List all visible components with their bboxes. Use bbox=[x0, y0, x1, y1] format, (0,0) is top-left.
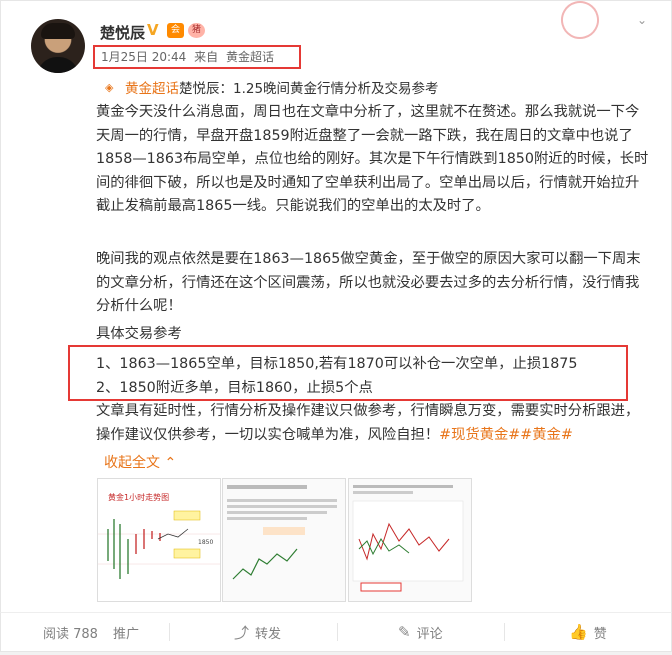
thumb3-screenshot bbox=[349, 479, 471, 601]
thumb1-label: 1850 bbox=[198, 539, 213, 546]
topic-icon: ◈ bbox=[105, 81, 114, 94]
thumb2-screenshot bbox=[223, 479, 345, 601]
post-paragraph-1: 黄金今天没什么消息面，周日也在文章中分析了，这里就不在赘述。那么我就说一下今天周… bbox=[96, 104, 649, 214]
thumb-up-icon: 👍 bbox=[569, 623, 588, 641]
hashtag-link[interactable]: #现货黄金##黄金# bbox=[439, 427, 573, 443]
image-thumbnail-3[interactable] bbox=[348, 478, 472, 602]
comment-button[interactable]: ✎ 评论 bbox=[398, 623, 443, 642]
share-button[interactable]: ⤴ 转发 bbox=[234, 622, 281, 643]
trade-line-1: 1、1863—1865空单，目标1850,若有1870可以补仓一次空单，止损18… bbox=[96, 356, 578, 372]
collapse-button[interactable]: 收起全文 ⌃ bbox=[104, 452, 176, 472]
chevron-down-icon[interactable]: ⌄ bbox=[637, 13, 651, 27]
chevron-up-icon: ⌃ bbox=[164, 455, 177, 471]
like-label: 赞 bbox=[593, 626, 607, 642]
thumb1-chart: 黄金1小时走势图 1850 bbox=[98, 479, 220, 601]
thumb1-title: 黄金1小时走势图 bbox=[108, 492, 169, 502]
topic-title: ◈ 黄金超话 楚悦辰：1.25晚间黄金行情分析及交易参考 bbox=[105, 77, 439, 97]
username[interactable]: 楚悦辰 bbox=[100, 22, 145, 43]
zodiac-pig-icon[interactable]: 猪 bbox=[188, 22, 205, 38]
post-card: 楚悦辰 V 会 猪 ⌄ 1月25日 20:44 来自 黄金超话 ◈ 黄金超话 楚… bbox=[0, 0, 672, 614]
verified-icon[interactable]: V bbox=[147, 22, 163, 38]
post-paragraph-4: 文章具有延时性，行情分析及操作建议只做参考，行情瞬息万变，需要实时分析跟进，操作… bbox=[96, 400, 651, 447]
post-from: 来自 bbox=[194, 50, 219, 64]
like-button[interactable]: 👍 赞 bbox=[569, 623, 607, 642]
image-thumbnail-2[interactable] bbox=[222, 478, 346, 602]
action-bar: 阅读 788 推广 ⤴ 转发 ✎ 评论 👍 赞 bbox=[0, 612, 672, 652]
promote-button[interactable]: 推广 bbox=[113, 623, 139, 642]
post-paragraph-3: 具体交易参考 bbox=[96, 326, 182, 342]
post-date[interactable]: 1月25日 20:44 bbox=[101, 50, 186, 64]
image-thumbnail-1[interactable]: 黄金1小时走势图 1850 bbox=[97, 478, 221, 602]
share-label: 转发 bbox=[255, 626, 282, 642]
share-icon: ⤴ bbox=[234, 623, 250, 642]
collapse-label: 收起全文 bbox=[104, 455, 160, 471]
post-source[interactable]: 黄金超话 bbox=[226, 50, 274, 64]
post-title: 楚悦辰：1.25晚间黄金行情分析及交易参考 bbox=[179, 81, 439, 97]
comment-label: 评论 bbox=[416, 626, 443, 642]
member-level-icon[interactable]: 会 bbox=[167, 22, 184, 38]
user-badges: V 会 猪 bbox=[147, 22, 205, 38]
topic-link[interactable]: 黄金超话 bbox=[125, 77, 179, 97]
post-meta: 1月25日 20:44 来自 黄金超话 bbox=[93, 45, 301, 69]
read-count: 阅读 788 bbox=[43, 626, 98, 642]
post-paragraph-2: 晚间我的观点依然是要在1863—1865做空黄金，至于做空的原因大家可以翻一下周… bbox=[96, 251, 641, 314]
avatar[interactable] bbox=[31, 19, 85, 73]
comment-icon: ✎ bbox=[398, 623, 411, 641]
trade-line-2: 2、1850附近多单，目标1860，止损5个点 bbox=[96, 380, 373, 396]
stamp-watermark bbox=[556, 0, 604, 44]
